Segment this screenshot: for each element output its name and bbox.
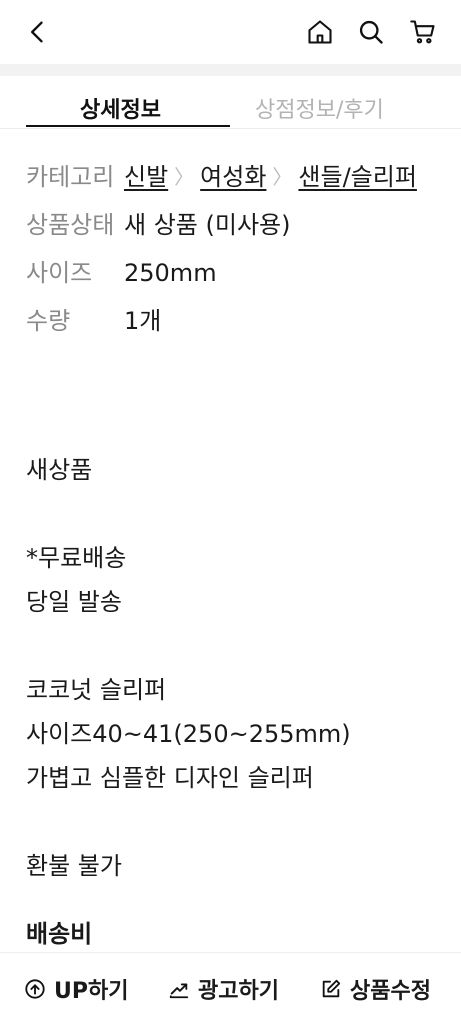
quantity-row: 수량 1개 xyxy=(26,304,446,338)
description-line: 가볍고 심플한 디자인 슬리퍼 xyxy=(26,764,314,792)
size-label: 사이즈 xyxy=(26,259,93,287)
description-line: 새상품 xyxy=(26,456,93,484)
condition-label: 상품상태 xyxy=(26,211,115,239)
advertise-button[interactable]: 광고하기 xyxy=(168,973,279,1005)
condition-value: 새 상품 (미사용) xyxy=(124,211,291,239)
section-divider xyxy=(0,64,461,76)
size-value: 250mm xyxy=(124,259,217,287)
breadcrumb-shoes[interactable]: 신발 xyxy=(124,160,168,194)
description-blank-line xyxy=(26,624,446,668)
product-info-table: 카테고리 신발 〉 여성화 〉 샌들/슬리퍼 상품상태 새 상품 (미사용) 사… xyxy=(26,160,446,352)
advertise-button-label: 광고하기 xyxy=(198,979,279,1004)
breadcrumb-sandals-slippers[interactable]: 샌들/슬리퍼 xyxy=(298,160,417,194)
size-row: 사이즈 250mm xyxy=(26,256,446,290)
category-row: 카테고리 신발 〉 여성화 〉 샌들/슬리퍼 xyxy=(26,160,446,194)
bottom-action-bar: UP하기 광고하기 상품수정 xyxy=(0,952,461,1025)
quantity-label: 수량 xyxy=(26,307,71,335)
arrow-up-circle-icon xyxy=(25,979,45,999)
up-button-label: UP하기 xyxy=(54,979,129,1004)
chevron-right-icon: 〉 xyxy=(174,165,195,189)
chevron-left-icon[interactable] xyxy=(20,14,56,50)
description-line: 환불 불가 xyxy=(26,852,122,880)
edit-product-button-label: 상품수정 xyxy=(350,979,431,1004)
quantity-value: 1개 xyxy=(124,307,162,335)
home-icon[interactable] xyxy=(302,14,338,50)
description-spacer xyxy=(26,888,446,912)
breadcrumb-womens-shoes[interactable]: 여성화 xyxy=(200,160,266,194)
description-line: 코코넛 슬리퍼 xyxy=(26,676,167,704)
tab-store-info-reviews[interactable]: 상점정보/후기 xyxy=(255,92,384,124)
chevron-right-icon: 〉 xyxy=(272,165,293,189)
trending-chart-icon xyxy=(169,983,189,999)
shipping-fee-heading: 배송비 xyxy=(26,920,93,948)
top-app-bar xyxy=(0,0,461,64)
product-description: 새상품 *무료배송 당일 발송 코코넛 슬리퍼 사이즈40~41(250~255… xyxy=(26,448,446,956)
active-tab-indicator xyxy=(26,125,230,127)
condition-row: 상품상태 새 상품 (미사용) xyxy=(26,208,446,242)
edit-pencil-icon xyxy=(322,979,341,998)
description-line: 당일 발송 xyxy=(26,588,122,616)
search-icon[interactable] xyxy=(353,14,389,50)
category-label: 카테고리 xyxy=(26,163,115,191)
tab-bar: 상세정보 상점정보/후기 xyxy=(0,76,461,129)
description-blank-line xyxy=(26,492,446,536)
description-line: *무료배송 xyxy=(26,544,127,572)
edit-product-button[interactable]: 상품수정 xyxy=(320,973,431,1005)
cart-icon[interactable] xyxy=(405,14,441,50)
description-blank-line xyxy=(26,800,446,844)
up-button[interactable]: UP하기 xyxy=(24,973,128,1005)
category-breadcrumb: 신발 〉 여성화 〉 샌들/슬리퍼 xyxy=(124,160,417,194)
description-line: 사이즈40~41(250~255mm) xyxy=(26,720,351,748)
tab-detail-info[interactable]: 상세정보 xyxy=(80,92,161,124)
